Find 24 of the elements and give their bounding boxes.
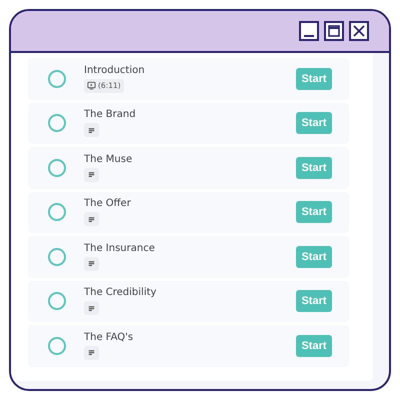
document-icon xyxy=(87,304,96,313)
close-button[interactable] xyxy=(349,21,369,41)
document-icon xyxy=(87,214,96,224)
completion-circle-icon[interactable] xyxy=(48,336,66,355)
lesson-title[interactable]: Introduction xyxy=(84,64,296,76)
completion-circle-icon[interactable] xyxy=(48,203,66,222)
completion-circle-icon[interactable] xyxy=(48,114,66,132)
minimize-button[interactable] xyxy=(299,21,319,41)
lesson-title[interactable]: The Brand xyxy=(84,109,296,120)
completion-circle-icon[interactable] xyxy=(48,70,66,88)
document-icon xyxy=(87,259,96,268)
document-icon xyxy=(87,170,96,180)
lesson-title[interactable]: The Insurance xyxy=(84,242,296,254)
completion-circle-icon[interactable] xyxy=(48,158,66,177)
completion-circle-icon[interactable] xyxy=(48,292,66,310)
video-icon xyxy=(87,81,96,90)
lesson-title[interactable]: The Credibility xyxy=(84,287,296,298)
document-icon xyxy=(87,348,96,358)
lesson-title[interactable]: The FAQ's xyxy=(84,332,296,343)
lesson-title[interactable]: The Muse xyxy=(84,154,296,165)
lesson-title[interactable]: The Offer xyxy=(84,198,296,210)
maximize-button[interactable] xyxy=(324,21,344,41)
document-icon xyxy=(87,126,96,135)
completion-circle-icon[interactable] xyxy=(48,248,66,266)
